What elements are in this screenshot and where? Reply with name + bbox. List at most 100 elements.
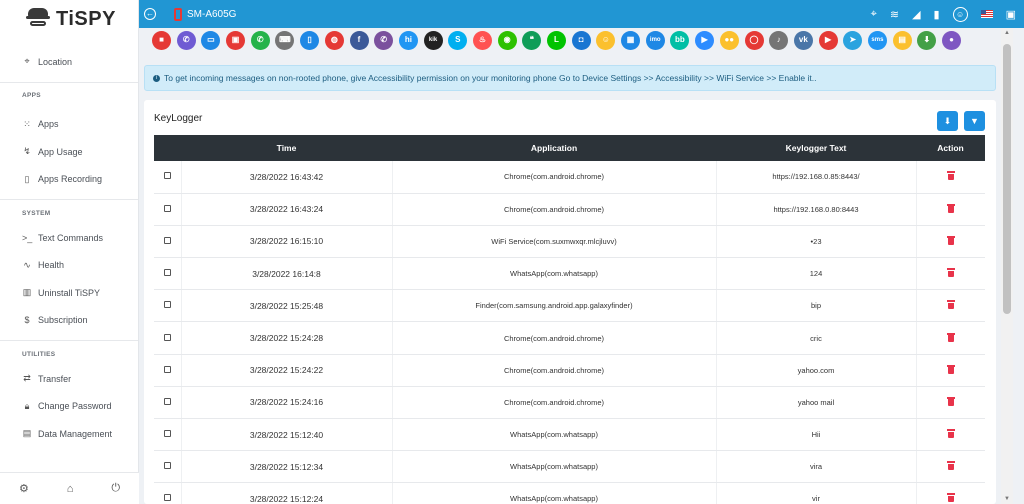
us-flag-icon[interactable] <box>980 10 993 18</box>
header-keylogger-text[interactable]: Keylogger Text <box>716 135 916 161</box>
bbm-icon[interactable]: bb <box>670 30 690 50</box>
delete-icon[interactable] <box>946 364 955 374</box>
sidebar-item-app-usage[interactable]: ↯ App Usage <box>0 138 138 166</box>
imo-icon[interactable]: imo <box>645 30 665 50</box>
sidebar-item-apps[interactable]: ⁙ Apps <box>0 111 138 139</box>
gallery-icon[interactable]: ▣ <box>226 30 246 50</box>
scrollbar-thumb[interactable] <box>1003 44 1011 314</box>
delete-icon[interactable] <box>946 171 955 181</box>
header-time[interactable]: Time <box>181 135 392 161</box>
filter-button[interactable]: ▼ <box>964 111 985 131</box>
gear-icon[interactable]: ⚙ <box>19 482 29 495</box>
brand-name: TiSPY <box>56 7 116 30</box>
line-icon[interactable]: L <box>547 30 566 50</box>
cell-action <box>916 289 985 323</box>
row-checkbox[interactable] <box>163 333 171 341</box>
youtube-icon[interactable]: ▶ <box>818 30 838 50</box>
gps-icon[interactable]: ⌖ <box>871 8 877 21</box>
table-row: 3/28/2022 16:43:42 Chrome(com.android.chr… <box>154 161 985 194</box>
home-icon[interactable]: ⌂ <box>67 483 74 495</box>
row-checkbox[interactable] <box>163 462 171 470</box>
tinder-icon[interactable]: ♨ <box>472 30 492 50</box>
delete-icon[interactable] <box>946 493 955 503</box>
delete-icon[interactable] <box>946 268 955 278</box>
row-checkbox[interactable] <box>163 172 171 180</box>
sidebar-item-text-commands[interactable]: >_ Text Commands <box>0 224 138 252</box>
sidebar-item-uninstall[interactable]: ▥ Uninstall TiSPY <box>0 279 138 307</box>
sidebar-item-apps-recording[interactable]: ▯ Apps Recording <box>0 166 138 194</box>
kik-icon[interactable]: kik <box>423 30 443 50</box>
brand-logo[interactable]: TiSPY <box>0 0 138 38</box>
download-icon[interactable]: ⬇ <box>917 30 937 50</box>
hangout-red-icon[interactable]: ◯ <box>744 30 764 50</box>
location-icon[interactable]: ● <box>942 30 961 50</box>
back-arrow-icon[interactable]: ← <box>144 8 156 20</box>
flickr-icon[interactable]: ●● <box>719 30 739 50</box>
delete-icon[interactable] <box>946 203 955 213</box>
user-icon[interactable]: ☺ <box>952 6 968 22</box>
vk-icon[interactable]: vk <box>793 30 813 50</box>
keylogger-table: Time Application Keylogger Text Action 3… <box>154 135 985 504</box>
power-icon[interactable]: ⏻ <box>111 482 120 495</box>
delete-icon[interactable] <box>946 300 955 310</box>
row-checkbox[interactable] <box>163 430 171 438</box>
cell-application: WhatsApp(com.whatsapp) <box>392 418 717 452</box>
row-checkbox[interactable] <box>163 365 171 373</box>
chat-icon[interactable]: ▭ <box>201 30 221 50</box>
sidebar-item-change-password[interactable]: 🔒︎ Change Password <box>0 393 138 421</box>
row-checkbox[interactable] <box>163 269 171 277</box>
battery-icon[interactable]: ▮ <box>934 8 940 21</box>
scroll-down-icon[interactable]: ▼ <box>1004 496 1010 502</box>
facebook-icon[interactable]: f <box>349 30 369 50</box>
whatsapp-icon[interactable]: ✆ <box>250 30 270 50</box>
hangouts-icon[interactable]: ❝ <box>522 30 542 50</box>
wechat-icon[interactable]: ◉ <box>497 30 517 50</box>
signal-icon[interactable]: ◢ <box>912 8 920 21</box>
topbar-status-icons: ⌖ ≋ ◢ ▮ ☺ ▣ <box>871 0 1016 28</box>
scroll-up-icon[interactable]: ▲ <box>1004 30 1010 36</box>
delete-icon[interactable] <box>946 396 955 406</box>
delete-icon[interactable] <box>946 332 955 342</box>
phone-icon[interactable]: ✆ <box>176 30 196 50</box>
viber-icon[interactable]: ✆ <box>374 30 394 50</box>
row-checkbox[interactable] <box>163 494 171 502</box>
instagram-icon[interactable]: ◘ <box>571 30 591 50</box>
gift-icon[interactable]: ▣ <box>1006 8 1016 21</box>
row-checkbox[interactable] <box>163 397 171 405</box>
header-action: Action <box>916 135 985 161</box>
sidebar-item-health[interactable]: ∿ Health <box>0 252 138 280</box>
notes-icon[interactable]: ▤ <box>892 30 912 50</box>
snapchat-icon[interactable]: ☺ <box>596 30 616 50</box>
browser-icon[interactable]: ◍ <box>324 30 344 50</box>
sidebar-item-transfer[interactable]: ⇄ Transfer <box>0 365 138 393</box>
filter-icon: ▼ <box>970 116 979 126</box>
row-checkbox[interactable] <box>163 301 171 309</box>
delete-icon[interactable] <box>946 235 955 245</box>
keyboard-icon[interactable]: ⌨ <box>275 30 295 50</box>
calendar-icon[interactable]: ▦ <box>621 30 641 50</box>
sidebar-item-location[interactable]: ⌖ Location <box>0 48 138 76</box>
header-application[interactable]: Application <box>392 135 716 161</box>
device-name[interactable]: SM-A605G <box>187 9 236 20</box>
cell-keylogger-text: vir <box>716 482 917 504</box>
delete-icon[interactable] <box>946 429 955 439</box>
row-checkbox[interactable] <box>163 204 171 212</box>
wifi-icon[interactable]: ≋ <box>890 8 899 21</box>
page-scrollbar[interactable]: ▲ ▼ <box>1001 28 1013 504</box>
sms-icon[interactable]: sms <box>867 30 887 50</box>
row-checkbox[interactable] <box>163 236 171 244</box>
skype-icon[interactable]: S <box>448 30 468 50</box>
device-icon[interactable]: ▯ <box>300 30 320 50</box>
delete-icon[interactable] <box>946 461 955 471</box>
video-call-icon[interactable]: ■ <box>152 30 171 50</box>
telegram-icon[interactable]: ➤ <box>843 30 863 50</box>
music-icon[interactable]: ♪ <box>769 30 789 50</box>
zoom-icon[interactable]: ▶ <box>695 30 715 50</box>
cell-application: WiFi Service(com.suxmwxqr.mlcjluvv) <box>392 225 717 259</box>
download-button[interactable]: ⬇ <box>937 111 958 131</box>
sidebar-item-subscription[interactable]: $ Subscription <box>0 307 138 335</box>
sidebar-item-data-management[interactable]: ▤ Data Management <box>0 420 138 448</box>
header-select <box>154 135 181 161</box>
hike-icon[interactable]: hi <box>398 30 418 50</box>
table-row: 3/28/2022 15:12:24 WhatsApp(com.whatsapp)… <box>154 482 985 504</box>
